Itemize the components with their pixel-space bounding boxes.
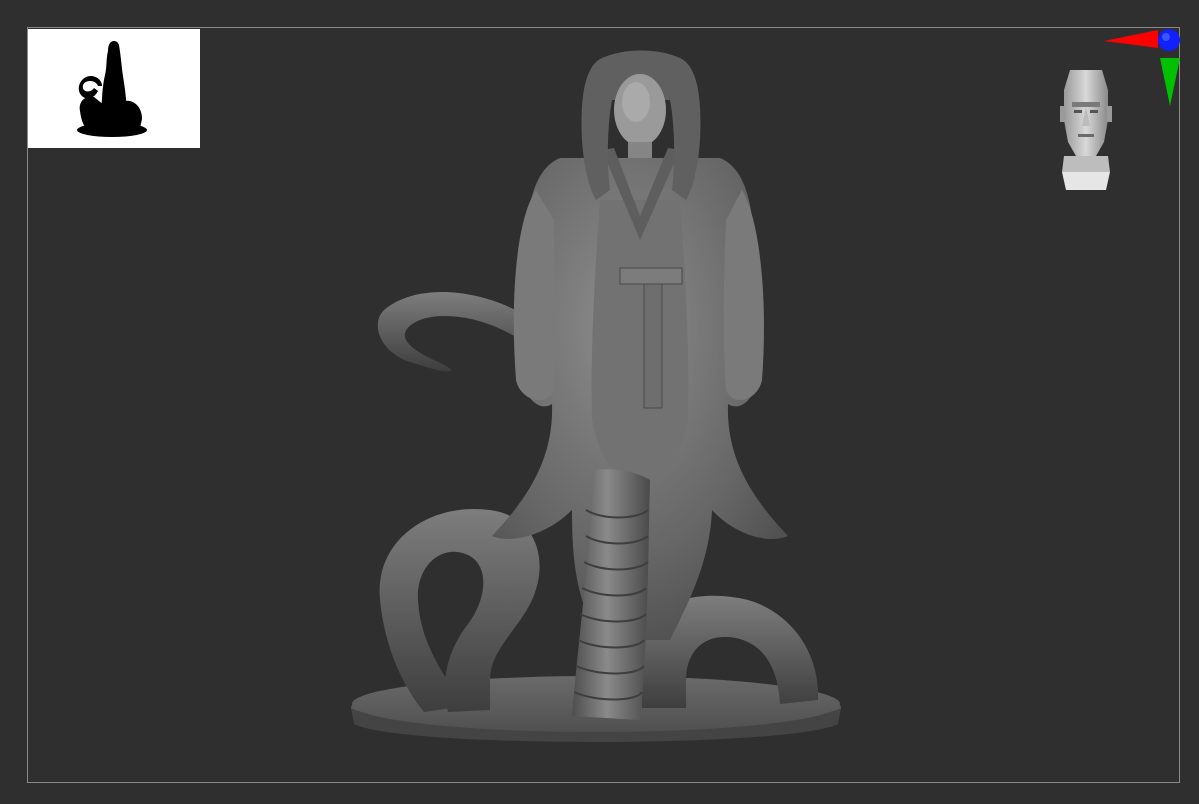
orientation-head[interactable]: [1050, 60, 1122, 194]
figure-silhouette-icon: [77, 41, 147, 137]
sculpted-figure-model[interactable]: [340, 40, 860, 770]
sculpted-figure-icon: [351, 50, 841, 742]
head-orientation-icon: [1060, 70, 1112, 190]
silhouette-preview[interactable]: [28, 29, 200, 148]
